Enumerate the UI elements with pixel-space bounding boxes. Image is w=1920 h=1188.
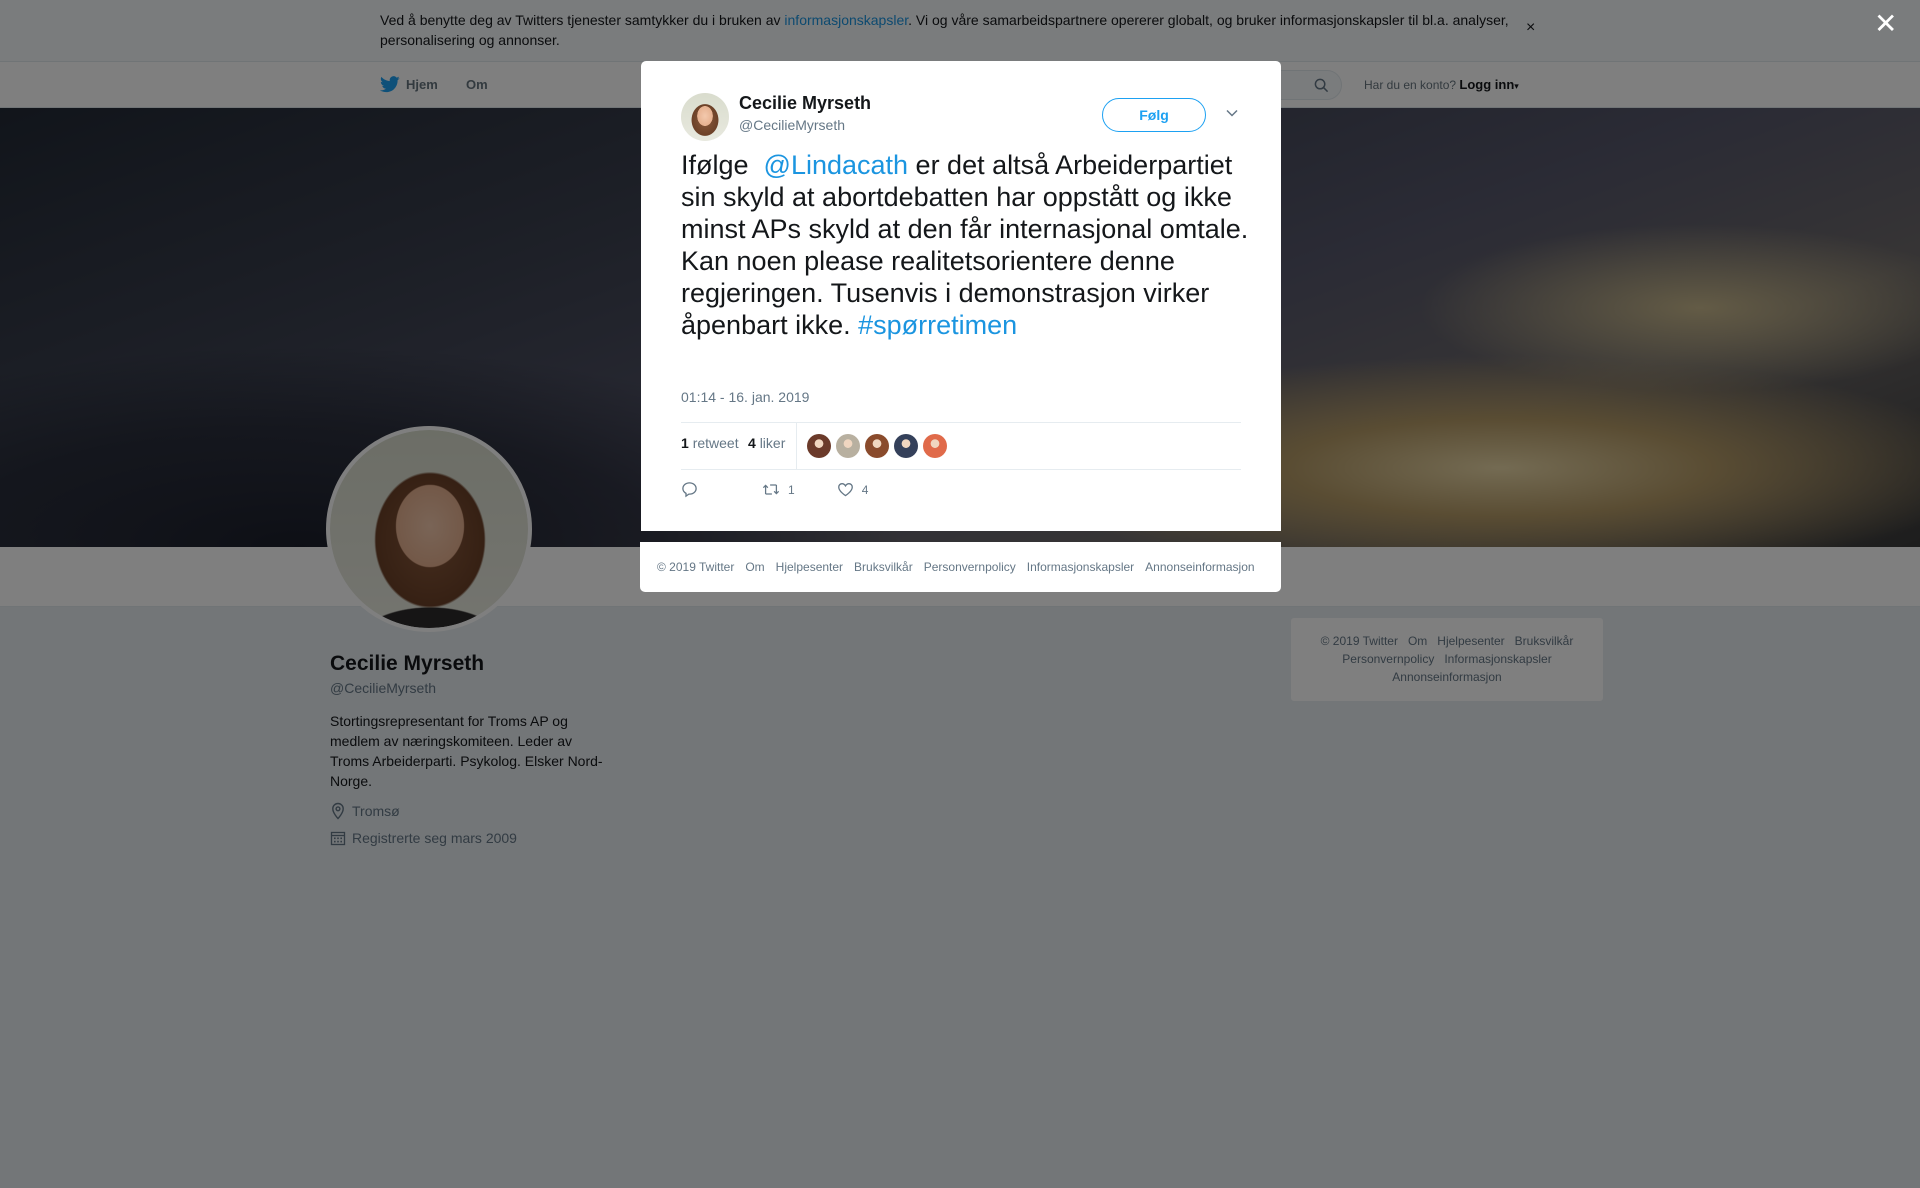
retweet-count: 1 bbox=[681, 435, 689, 451]
like-button[interactable]: 4 bbox=[837, 482, 869, 497]
tweet-text-part: Ifølge bbox=[681, 150, 764, 180]
footer-link: © 2019 Twitter bbox=[657, 560, 735, 574]
retweet-action-count: 1 bbox=[788, 482, 795, 497]
footer-link[interactable]: Informasjonskapsler bbox=[1027, 560, 1134, 574]
like-label: liker bbox=[759, 435, 786, 451]
modal-close-button[interactable]: ✕ bbox=[1874, 10, 1897, 38]
chevron-down-icon[interactable] bbox=[1225, 108, 1239, 118]
retweet-stat[interactable]: 1 retweet bbox=[681, 435, 739, 451]
liker-avatars bbox=[807, 434, 947, 458]
footer-link[interactable]: Personvernpolicy bbox=[924, 560, 1016, 574]
tweet-stats: 1 retweet 4 liker bbox=[681, 422, 1241, 470]
liker-avatar[interactable] bbox=[923, 434, 947, 458]
liker-avatar[interactable] bbox=[894, 434, 918, 458]
liker-avatar[interactable] bbox=[836, 434, 860, 458]
retweet-button[interactable]: 1 bbox=[762, 482, 795, 497]
like-stat[interactable]: 4 liker bbox=[748, 435, 785, 451]
modal-footer: © 2019 Twitter Om Hjelpesenter Bruksvilk… bbox=[640, 542, 1281, 592]
retweet-icon bbox=[762, 484, 780, 495]
tweet-author-name[interactable]: Cecilie Myrseth bbox=[739, 93, 871, 114]
hashtag-link[interactable]: #spørretimen bbox=[858, 310, 1017, 340]
reply-button[interactable] bbox=[681, 481, 698, 498]
tweet-author-handle[interactable]: @CecilieMyrseth bbox=[739, 117, 845, 133]
liker-avatar[interactable] bbox=[865, 434, 889, 458]
tweet-author-avatar[interactable] bbox=[681, 93, 729, 141]
tweet-actions: 1 4 bbox=[681, 481, 868, 498]
mention-link[interactable]: @Lindacath bbox=[764, 150, 909, 180]
heart-icon bbox=[837, 483, 853, 497]
footer-link[interactable]: Hjelpesenter bbox=[776, 560, 843, 574]
footer-link[interactable]: Om bbox=[745, 560, 764, 574]
footer-link[interactable]: Annonseinformasjon bbox=[1145, 560, 1254, 574]
retweet-label: retweet bbox=[692, 435, 739, 451]
tweet-text: Ifølge @Lindacath er det altså Arbeiderp… bbox=[681, 149, 1249, 341]
tweet-timestamp[interactable]: 01:14 - 16. jan. 2019 bbox=[681, 389, 809, 405]
stats-divider bbox=[796, 423, 797, 469]
follow-button[interactable]: Følg bbox=[1102, 98, 1206, 132]
tweet-modal: Cecilie Myrseth @CecilieMyrseth Følg Ifø… bbox=[641, 61, 1281, 531]
like-action-count: 4 bbox=[861, 482, 869, 497]
reply-icon bbox=[682, 482, 697, 498]
liker-avatar[interactable] bbox=[807, 434, 831, 458]
footer-link[interactable]: Bruksvilkår bbox=[854, 560, 913, 574]
like-count: 4 bbox=[748, 435, 756, 451]
